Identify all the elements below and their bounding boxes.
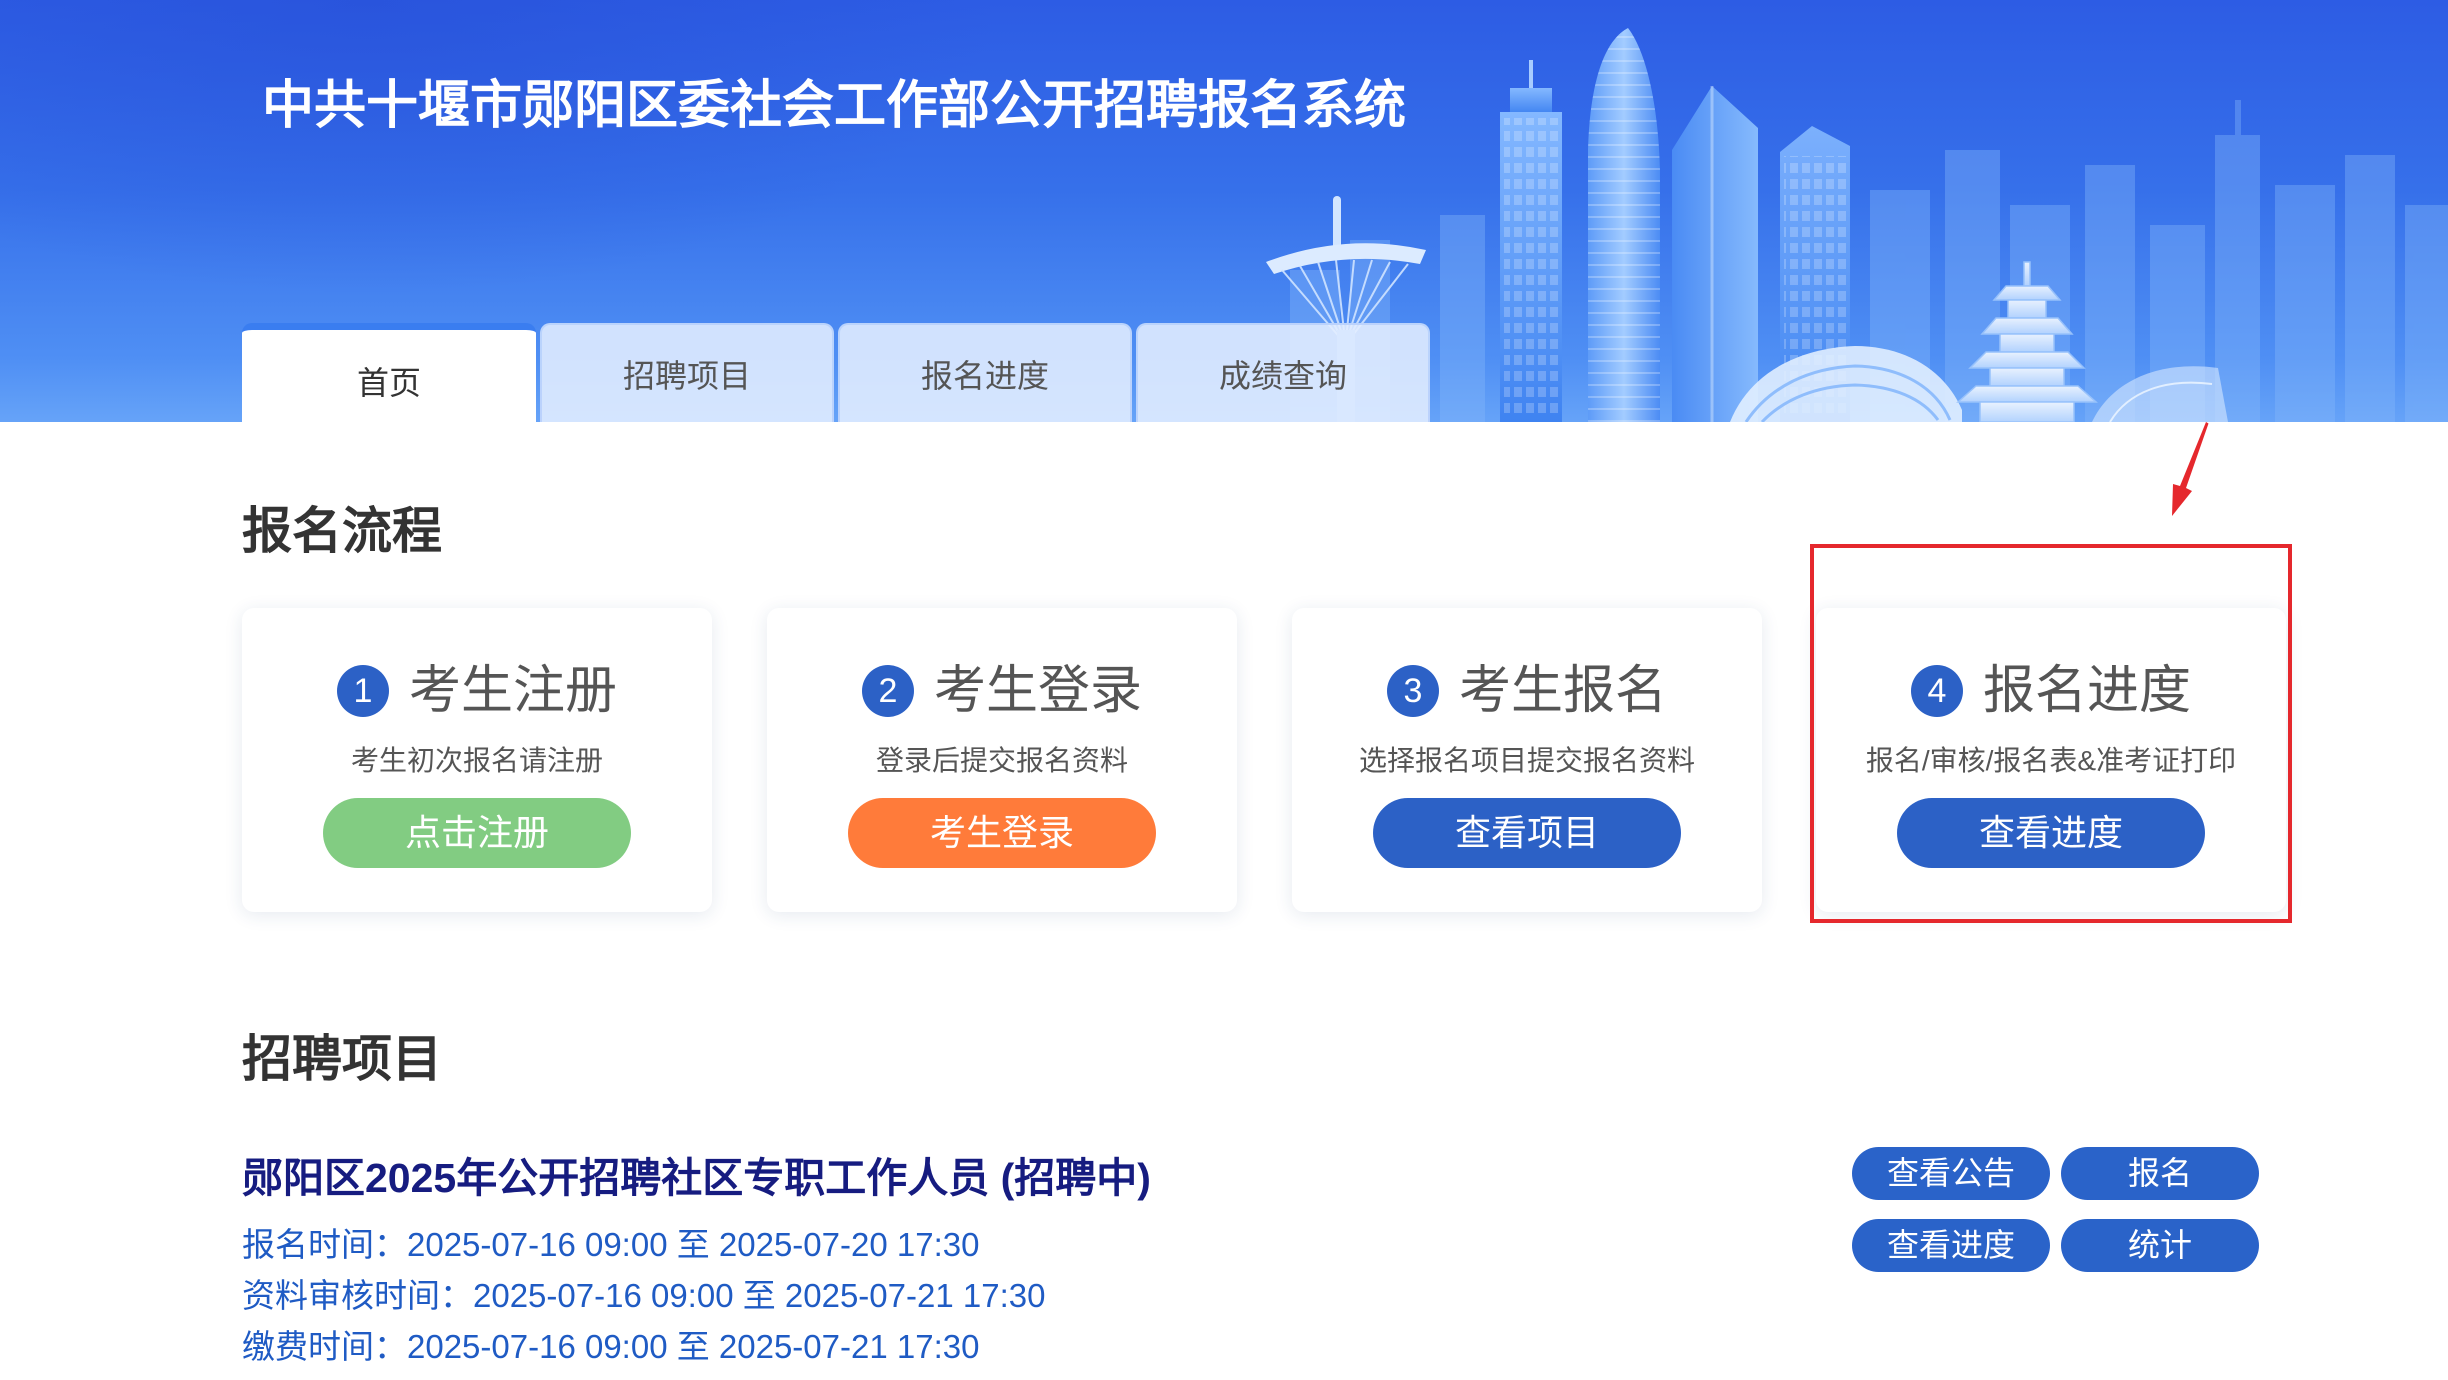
schedule-value: 2025-07-16 09:00 至 2025-07-21 17:30 xyxy=(407,1328,980,1365)
tab-recruitment-projects[interactable]: 招聘项目 xyxy=(540,323,834,422)
step-heading: 4 报名进度 xyxy=(1816,662,2286,720)
view-announcement-button[interactable]: 查看公告 xyxy=(1852,1147,2050,1200)
step-heading: 3 考生报名 xyxy=(1292,662,1762,720)
step-title: 考生报名 xyxy=(1458,662,1667,720)
main-nav-tabs: 首页 招聘项目 报名进度 成绩查询 xyxy=(242,323,1430,422)
project-actions: 查看公告 报名 查看进度 统计 xyxy=(1852,1147,2259,1272)
view-projects-button[interactable]: 查看项目 xyxy=(1373,798,1681,868)
skyscraper xyxy=(1500,60,1562,422)
sail-tower xyxy=(1588,28,1660,422)
schedule-label: 报名时间： xyxy=(242,1226,407,1263)
login-button[interactable]: 考生登录 xyxy=(848,798,1156,868)
schedule-value: 2025-07-16 09:00 至 2025-07-20 17:30 xyxy=(407,1226,980,1263)
apply-button[interactable]: 报名 xyxy=(2061,1147,2259,1200)
step-description: 报名/审核/报名表&准考证打印 xyxy=(1865,745,2237,776)
tab-home[interactable]: 首页 xyxy=(242,323,536,422)
recruitment-section-heading: 招聘项目 xyxy=(242,1031,442,1087)
diamond-tower xyxy=(1672,86,1758,422)
step-heading: 2 考生登录 xyxy=(767,662,1237,720)
step-number-badge: 3 xyxy=(1386,665,1439,717)
step-number-badge: 1 xyxy=(336,665,389,717)
site-title: 中共十堰市郧阳区委社会工作部公开招聘报名系统 xyxy=(262,77,1407,135)
step-card-login: 2 考生登录 登录后提交报名资料 考生登录 xyxy=(767,608,1237,912)
site-header: 中共十堰市郧阳区委社会工作部公开招聘报名系统 首页 招聘项目 报名进度 成绩查询 xyxy=(0,0,2448,422)
schedule-line: 资料审核时间：2025-07-16 09:00 至 2025-07-21 17:… xyxy=(242,1270,1045,1321)
tab-score-query[interactable]: 成绩查询 xyxy=(1136,323,1430,422)
view-progress-button[interactable]: 查看进度 xyxy=(1897,798,2205,868)
step-title: 报名进度 xyxy=(1982,662,2191,720)
register-button[interactable]: 点击注册 xyxy=(323,798,631,868)
project-progress-button[interactable]: 查看进度 xyxy=(1852,1219,2050,1272)
step-number-badge: 2 xyxy=(861,665,914,717)
annotation-arrow-shape xyxy=(2172,422,2209,516)
schedule-line: 报名时间：2025-07-16 09:00 至 2025-07-20 17:30 xyxy=(242,1219,1045,1270)
step-number-badge: 4 xyxy=(1910,665,1963,717)
schedule-line: 缴费时间：2025-07-16 09:00 至 2025-07-21 17:30 xyxy=(242,1321,1045,1372)
schedule-value: 2025-07-16 09:00 至 2025-07-21 17:30 xyxy=(473,1277,1046,1314)
tab-application-progress[interactable]: 报名进度 xyxy=(838,323,1132,422)
step-card-register: 1 考生注册 考生初次报名请注册 点击注册 xyxy=(242,608,712,912)
step-description: 考生初次报名请注册 xyxy=(350,745,603,776)
statistics-button[interactable]: 统计 xyxy=(2061,1219,2259,1272)
project-schedule: 报名时间：2025-07-16 09:00 至 2025-07-20 17:30… xyxy=(242,1219,1045,1372)
step-heading: 1 考生注册 xyxy=(242,662,712,720)
step-description: 选择报名项目提交报名资料 xyxy=(1358,745,1695,776)
step-title: 考生注册 xyxy=(408,662,617,720)
annotation-arrow xyxy=(2172,422,2209,516)
project-title[interactable]: 郧阳区2025年公开招聘社区专职工作人员 (招聘中) xyxy=(242,1150,1151,1206)
schedule-label: 缴费时间： xyxy=(242,1328,407,1365)
schedule-label: 资料审核时间： xyxy=(242,1277,473,1314)
step-title: 考生登录 xyxy=(933,662,1142,720)
step-card-progress: 4 报名进度 报名/审核/报名表&准考证打印 查看进度 xyxy=(1816,608,2286,912)
step-description: 登录后提交报名资料 xyxy=(875,745,1128,776)
step-card-apply: 3 考生报名 选择报名项目提交报名资料 查看项目 xyxy=(1292,608,1762,912)
process-section-heading: 报名流程 xyxy=(242,503,442,559)
